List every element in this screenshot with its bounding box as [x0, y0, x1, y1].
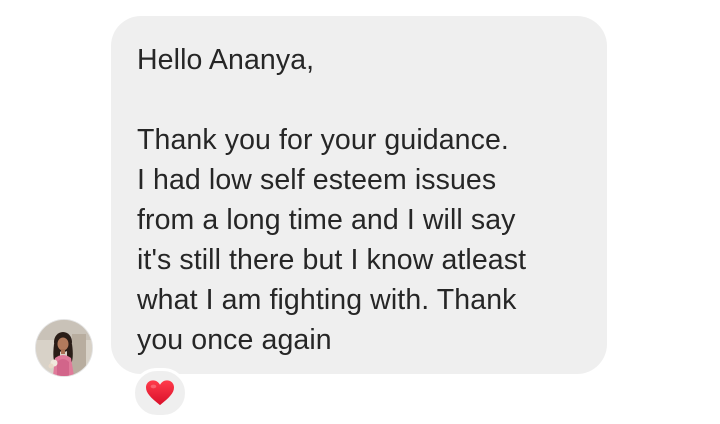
- message-bubble[interactable]: Hello Ananya, Thank you for your guidanc…: [111, 16, 607, 374]
- reaction-badge[interactable]: [132, 368, 188, 418]
- profile-photo-icon: [36, 320, 92, 376]
- chat-thread: Hello Ananya, Thank you for your guidanc…: [0, 0, 720, 424]
- message-text: Hello Ananya, Thank you for your guidanc…: [137, 44, 527, 356]
- heart-icon: [146, 380, 174, 406]
- sender-avatar[interactable]: [36, 320, 92, 376]
